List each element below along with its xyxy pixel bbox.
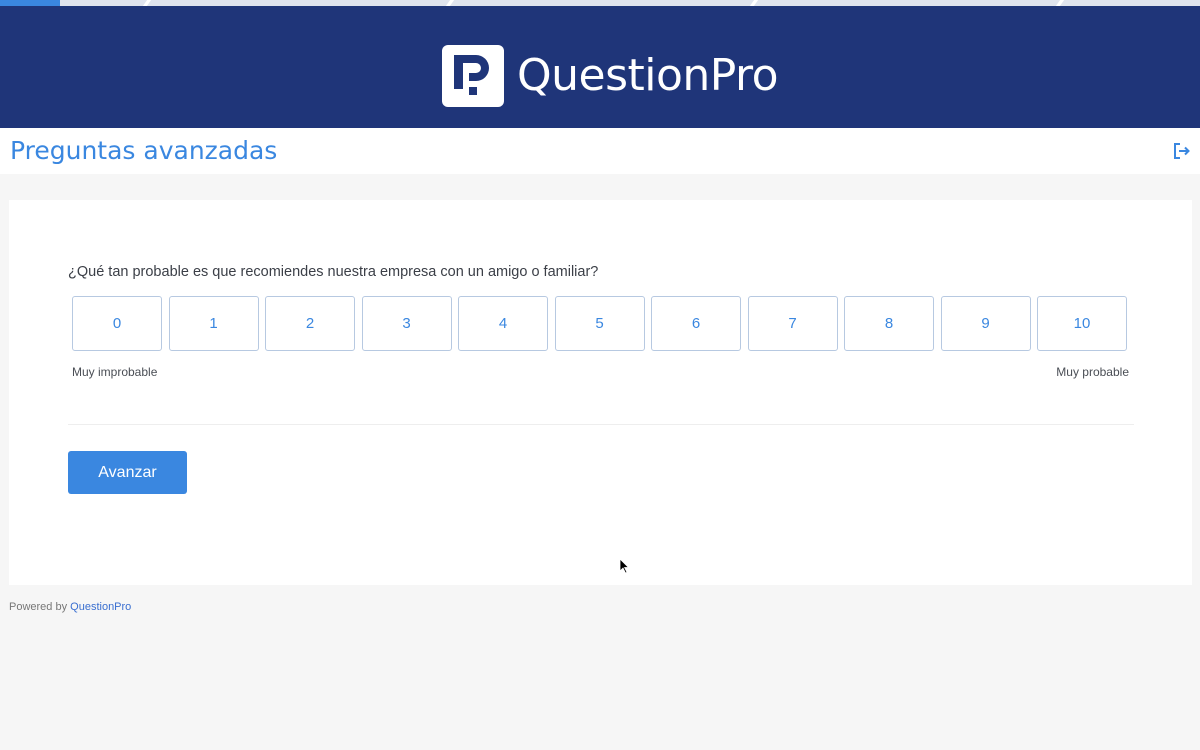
footer: Powered by QuestionPro [9,601,131,613]
scale-option-10[interactable]: 10 [1037,296,1127,351]
brand-logo: QuestionPro [442,44,779,108]
page-title: Preguntas avanzadas [10,136,278,165]
scale-option-0[interactable]: 0 [72,296,162,351]
powered-by-label: Powered by [9,601,68,613]
scale-option-1[interactable]: 1 [168,296,259,351]
questionpro-footer-link[interactable]: QuestionPro [70,601,131,613]
scale-option-4[interactable]: 4 [458,296,548,351]
question-text: ¿Qué tan probable es que recomiendes nue… [68,264,599,280]
scale-option-6[interactable]: 6 [651,296,741,351]
scale-option-9[interactable]: 9 [940,296,1031,351]
exit-button[interactable] [1172,142,1190,160]
next-button[interactable]: Avanzar [68,451,187,494]
mouse-cursor-icon [619,558,629,574]
scale-option-5[interactable]: 5 [554,296,645,351]
header-banner: QuestionPro [0,6,1200,128]
brand-name: QuestionPro [517,50,779,101]
scale-anchor-low: Muy improbable [72,365,158,379]
nps-scale: 0 1 2 3 4 5 6 7 8 9 10 [72,296,1127,351]
title-bar: Preguntas avanzadas [0,128,1200,174]
scale-option-3[interactable]: 3 [361,296,452,351]
scale-option-8[interactable]: 8 [844,296,934,351]
scale-anchor-high: Muy probable [1056,365,1129,379]
questionpro-logo-icon [442,45,504,107]
exit-icon [1174,143,1190,159]
section-divider [68,424,1134,425]
scale-option-7[interactable]: 7 [747,296,838,351]
question-card: ¿Qué tan probable es que recomiendes nue… [9,200,1192,585]
scale-option-2[interactable]: 2 [265,296,355,351]
